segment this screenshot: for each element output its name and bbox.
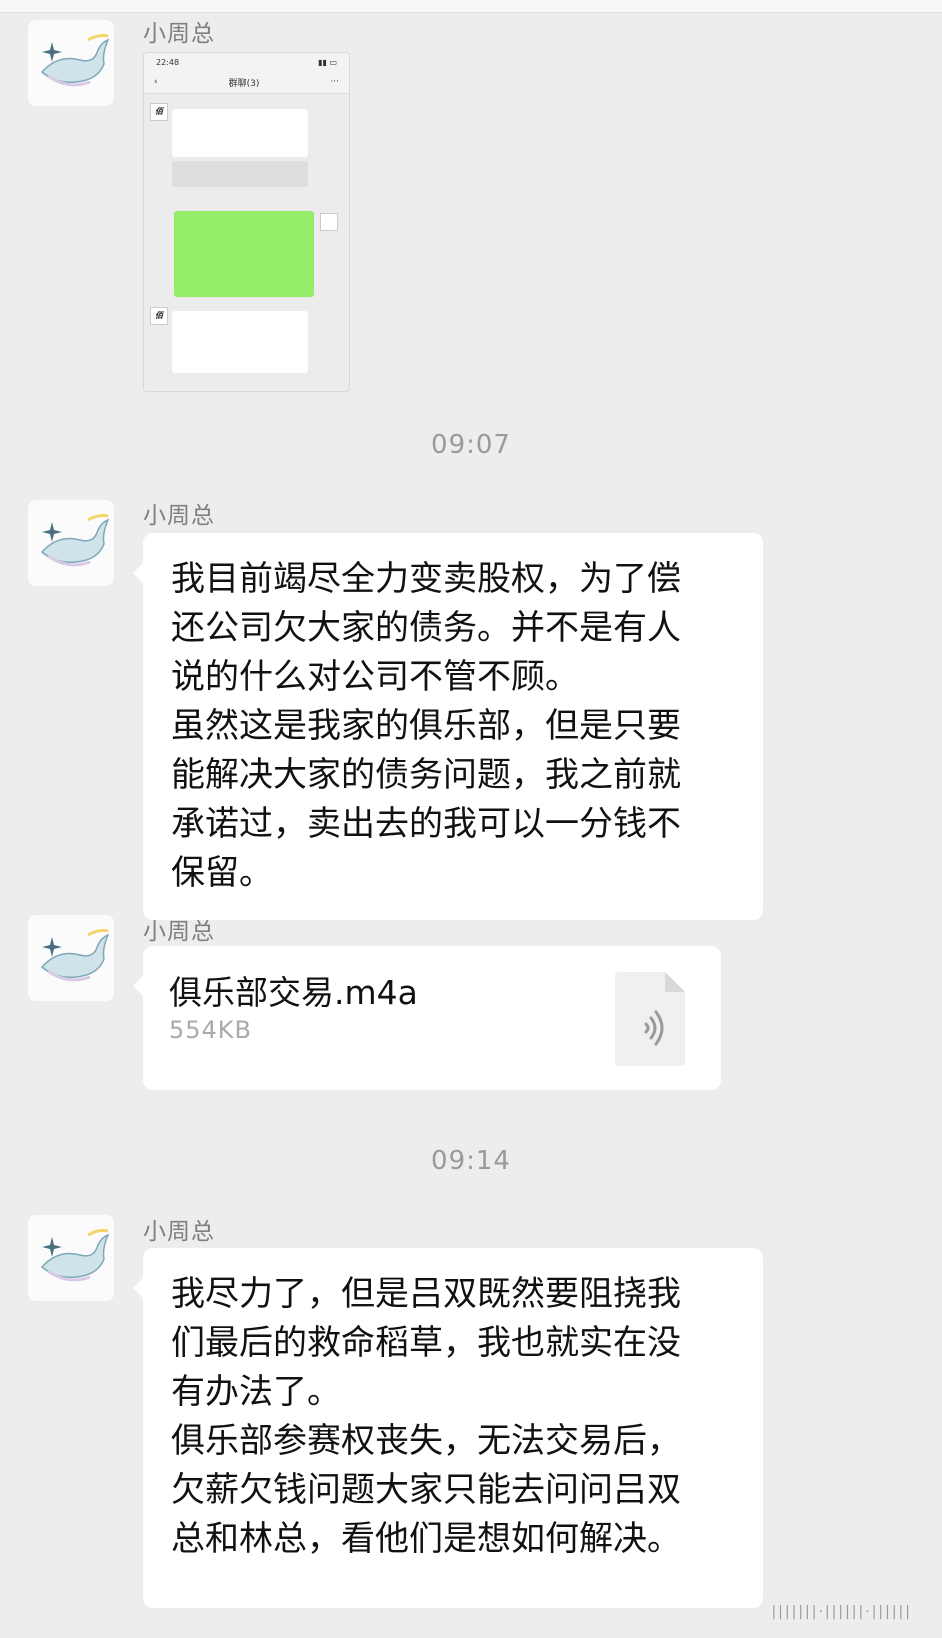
thumb-signal-icon: ▮▮ ▭ [318, 57, 337, 67]
whale-logo-icon [28, 1215, 114, 1301]
text-message-bubble[interactable]: 我目前竭尽全力变卖股权，为了偿 还公司欠大家的债务。并不是有人 说的什么对公司不… [133, 533, 763, 920]
image-message[interactable]: 22:48 ▮▮ ▭ ‹ 群聊(3) ··· 佰 佰 [143, 52, 350, 392]
sender-name: 小周总 [143, 503, 215, 529]
timestamp: 09:14 [431, 1146, 511, 1176]
sender-name: 小周总 [143, 919, 215, 945]
thumb-chat-title: 群聊(3) [228, 78, 260, 89]
thumb-bubble-1 [172, 109, 308, 157]
thumb-bubble-3 [172, 311, 308, 373]
sender-avatar[interactable] [28, 20, 114, 106]
message-text: 我尽力了，但是吕双既然要阻挠我 们最后的救命稻草，我也就实在没 有办法了。 俱乐… [171, 1274, 681, 1559]
sender-avatar[interactable] [28, 1215, 114, 1301]
whale-logo-icon [28, 20, 114, 106]
sender-name: 小周总 [143, 1219, 215, 1245]
top-divider [0, 0, 942, 13]
file-size: 554KB [169, 1016, 253, 1044]
timestamp: 09:07 [431, 430, 511, 460]
thumb-bubble-2 [172, 161, 308, 187]
sender-name: 小周总 [143, 21, 215, 47]
thumb-bubble-green [174, 211, 314, 297]
thumb-avatar: 佰 [150, 103, 168, 121]
message-text: 我目前竭尽全力变卖股权，为了偿 还公司欠大家的债务。并不是有人 说的什么对公司不… [171, 559, 681, 893]
thumb-self-avatar [320, 213, 338, 231]
thumb-nav-bar: ‹ 群聊(3) ··· [144, 71, 349, 94]
thumb-back-icon: ‹ [154, 77, 158, 87]
sender-avatar[interactable] [28, 915, 114, 1001]
audio-file-icon [615, 972, 685, 1066]
sender-avatar[interactable] [28, 500, 114, 586]
thumb-status-bar: 22:48 ▮▮ ▭ [144, 53, 349, 71]
file-name: 俱乐部交易.m4a [169, 973, 418, 1012]
whale-logo-icon [28, 915, 114, 1001]
thumb-more-icon: ··· [330, 77, 339, 87]
whale-logo-icon [28, 500, 114, 586]
thumb-avatar-2: 佰 [150, 307, 168, 325]
thumb-status-time: 22:48 [156, 57, 180, 67]
file-message-bubble[interactable]: 俱乐部交易.m4a 554KB [133, 946, 721, 1090]
watermark-icon: |||||||·||||||·|||||| [771, 1604, 912, 1620]
text-message-bubble[interactable]: 我尽力了，但是吕双既然要阻挠我 们最后的救命稻草，我也就实在没 有办法了。 俱乐… [133, 1248, 763, 1608]
